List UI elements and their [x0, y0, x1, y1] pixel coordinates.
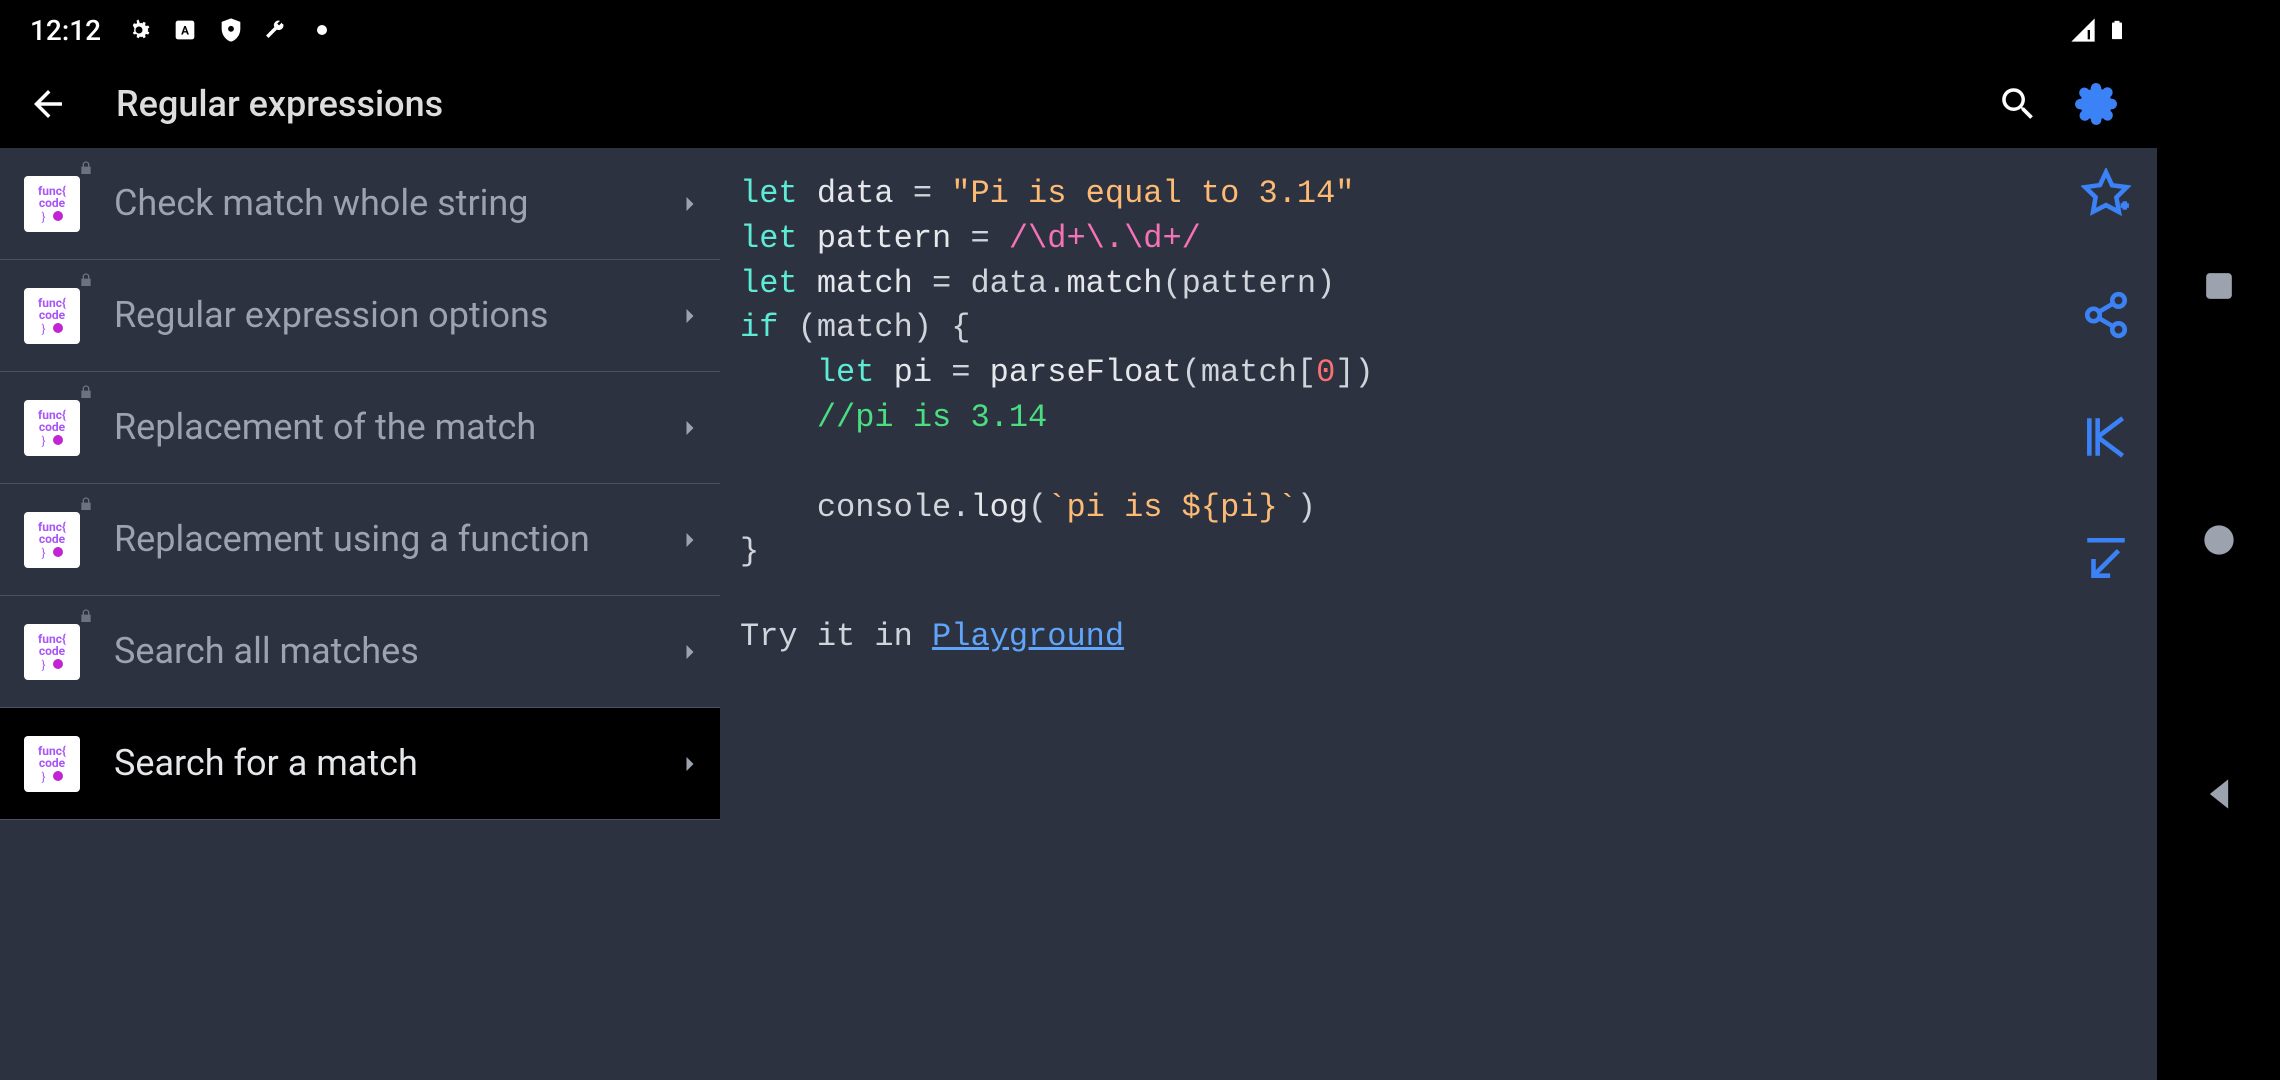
- obj: console.: [817, 489, 971, 526]
- expr: data.: [970, 265, 1066, 302]
- comment: //pi is 3.14: [817, 399, 1047, 436]
- nav-back-icon[interactable]: [2197, 772, 2241, 816]
- chevron-right-icon: [676, 638, 704, 666]
- fn: parseFloat: [990, 354, 1182, 391]
- op: =: [913, 175, 932, 212]
- sidebar-item[interactable]: func{code} Regular expression options: [0, 260, 720, 372]
- code-snippet-icon: func{code}: [24, 512, 80, 568]
- nav-recent-icon[interactable]: [2197, 264, 2241, 308]
- op: =: [951, 354, 970, 391]
- code-snippet-icon: func{code}: [24, 736, 80, 792]
- lock-icon: [78, 384, 94, 400]
- chevron-right-icon: [676, 302, 704, 330]
- collapse-icon[interactable]: [2081, 534, 2131, 584]
- close: ): [1297, 489, 1316, 526]
- code-block: let data = "Pi is equal to 3.14" let pat…: [740, 172, 2137, 575]
- args: (match[: [1182, 354, 1316, 391]
- sidebar[interactable]: func{code} Check match whole stringfunc{…: [0, 148, 720, 1080]
- kw: let: [817, 354, 875, 391]
- chevron-right-icon: [676, 750, 704, 778]
- side-actions: [2081, 168, 2131, 584]
- expr: (pattern): [1162, 265, 1335, 302]
- content-area: func{code} Check match whole stringfunc{…: [0, 148, 2157, 1080]
- lock-icon: [78, 496, 94, 512]
- var: pi: [894, 354, 932, 391]
- chevron-right-icon: [676, 526, 704, 554]
- svg-text:A: A: [181, 24, 189, 38]
- nav-rail: [2157, 0, 2280, 1080]
- var: data: [817, 175, 894, 212]
- num: 0: [1316, 354, 1335, 391]
- sidebar-item-label: Check match whole string: [114, 180, 666, 227]
- sidebar-item[interactable]: func{code} Search all matches: [0, 596, 720, 708]
- star-add-icon[interactable]: [2081, 168, 2131, 218]
- code-snippet-icon: func{code}: [24, 176, 80, 232]
- brace: }: [740, 533, 759, 570]
- sidebar-item-label: Replacement using a function: [114, 516, 666, 563]
- kw: let: [740, 175, 798, 212]
- main-panel: let data = "Pi is equal to 3.14" let pat…: [720, 148, 2157, 1080]
- search-icon[interactable]: [1997, 83, 2039, 125]
- try-line: Try it in Playground: [740, 615, 2137, 660]
- args: ]): [1335, 354, 1373, 391]
- kw: let: [740, 220, 798, 257]
- sidebar-item-label: Search all matches: [114, 628, 666, 675]
- regex: /\d+\.\d+/: [1009, 220, 1201, 257]
- playground-link[interactable]: Playground: [932, 618, 1124, 655]
- lock-icon: [78, 160, 94, 176]
- sidebar-item[interactable]: func{code} Check match whole string: [0, 148, 720, 260]
- op: =: [970, 220, 989, 257]
- lock-icon: [78, 608, 94, 624]
- card-icon: A: [171, 16, 199, 44]
- chevron-right-icon: [676, 190, 704, 218]
- dot-icon: [317, 25, 327, 35]
- sidebar-item-label: Regular expression options: [114, 292, 666, 339]
- wrench-icon: [263, 19, 285, 41]
- nav-home-icon[interactable]: [2197, 518, 2241, 562]
- back-button[interactable]: [20, 76, 76, 132]
- op: =: [932, 265, 951, 302]
- settings-icon[interactable]: [2075, 83, 2117, 125]
- status-bar: 12:12 A: [0, 0, 2157, 60]
- sidebar-item[interactable]: func{code} Replacement of the match: [0, 372, 720, 484]
- status-icons-right: [2069, 14, 2127, 46]
- battery-icon: [2107, 14, 2127, 46]
- fn: log: [970, 489, 1028, 526]
- share-icon[interactable]: [2081, 290, 2131, 340]
- cond: (match) {: [798, 309, 971, 346]
- sidebar-item-label: Replacement of the match: [114, 404, 666, 451]
- chevron-right-icon: [676, 414, 704, 442]
- code-snippet-icon: func{code}: [24, 288, 80, 344]
- app-bar: Regular expressions: [0, 60, 2157, 148]
- string: "Pi is equal to 3.14": [951, 175, 1354, 212]
- code-snippet-icon: func{code}: [24, 400, 80, 456]
- shield-icon: [217, 16, 245, 44]
- page-title: Regular expressions: [116, 83, 443, 125]
- sidebar-item[interactable]: func{code} Search for a match: [0, 708, 720, 820]
- sidebar-item[interactable]: func{code} Replacement using a function: [0, 484, 720, 596]
- signal-icon: [2069, 16, 2097, 44]
- k-icon[interactable]: [2081, 412, 2131, 462]
- sidebar-item-label: Search for a match: [114, 740, 666, 787]
- var: match: [817, 265, 913, 302]
- kw: if: [740, 309, 778, 346]
- open: (: [1028, 489, 1047, 526]
- var: pattern: [817, 220, 951, 257]
- lock-icon: [78, 272, 94, 288]
- status-time: 12:12: [30, 14, 101, 47]
- status-icons-left: A: [125, 16, 327, 44]
- fn: match: [1066, 265, 1162, 302]
- code-snippet-icon: func{code}: [24, 624, 80, 680]
- gear-icon: [125, 16, 153, 44]
- kw: let: [740, 265, 798, 302]
- template: `pi is ${pi}`: [1047, 489, 1297, 526]
- try-prefix: Try it in: [740, 618, 932, 655]
